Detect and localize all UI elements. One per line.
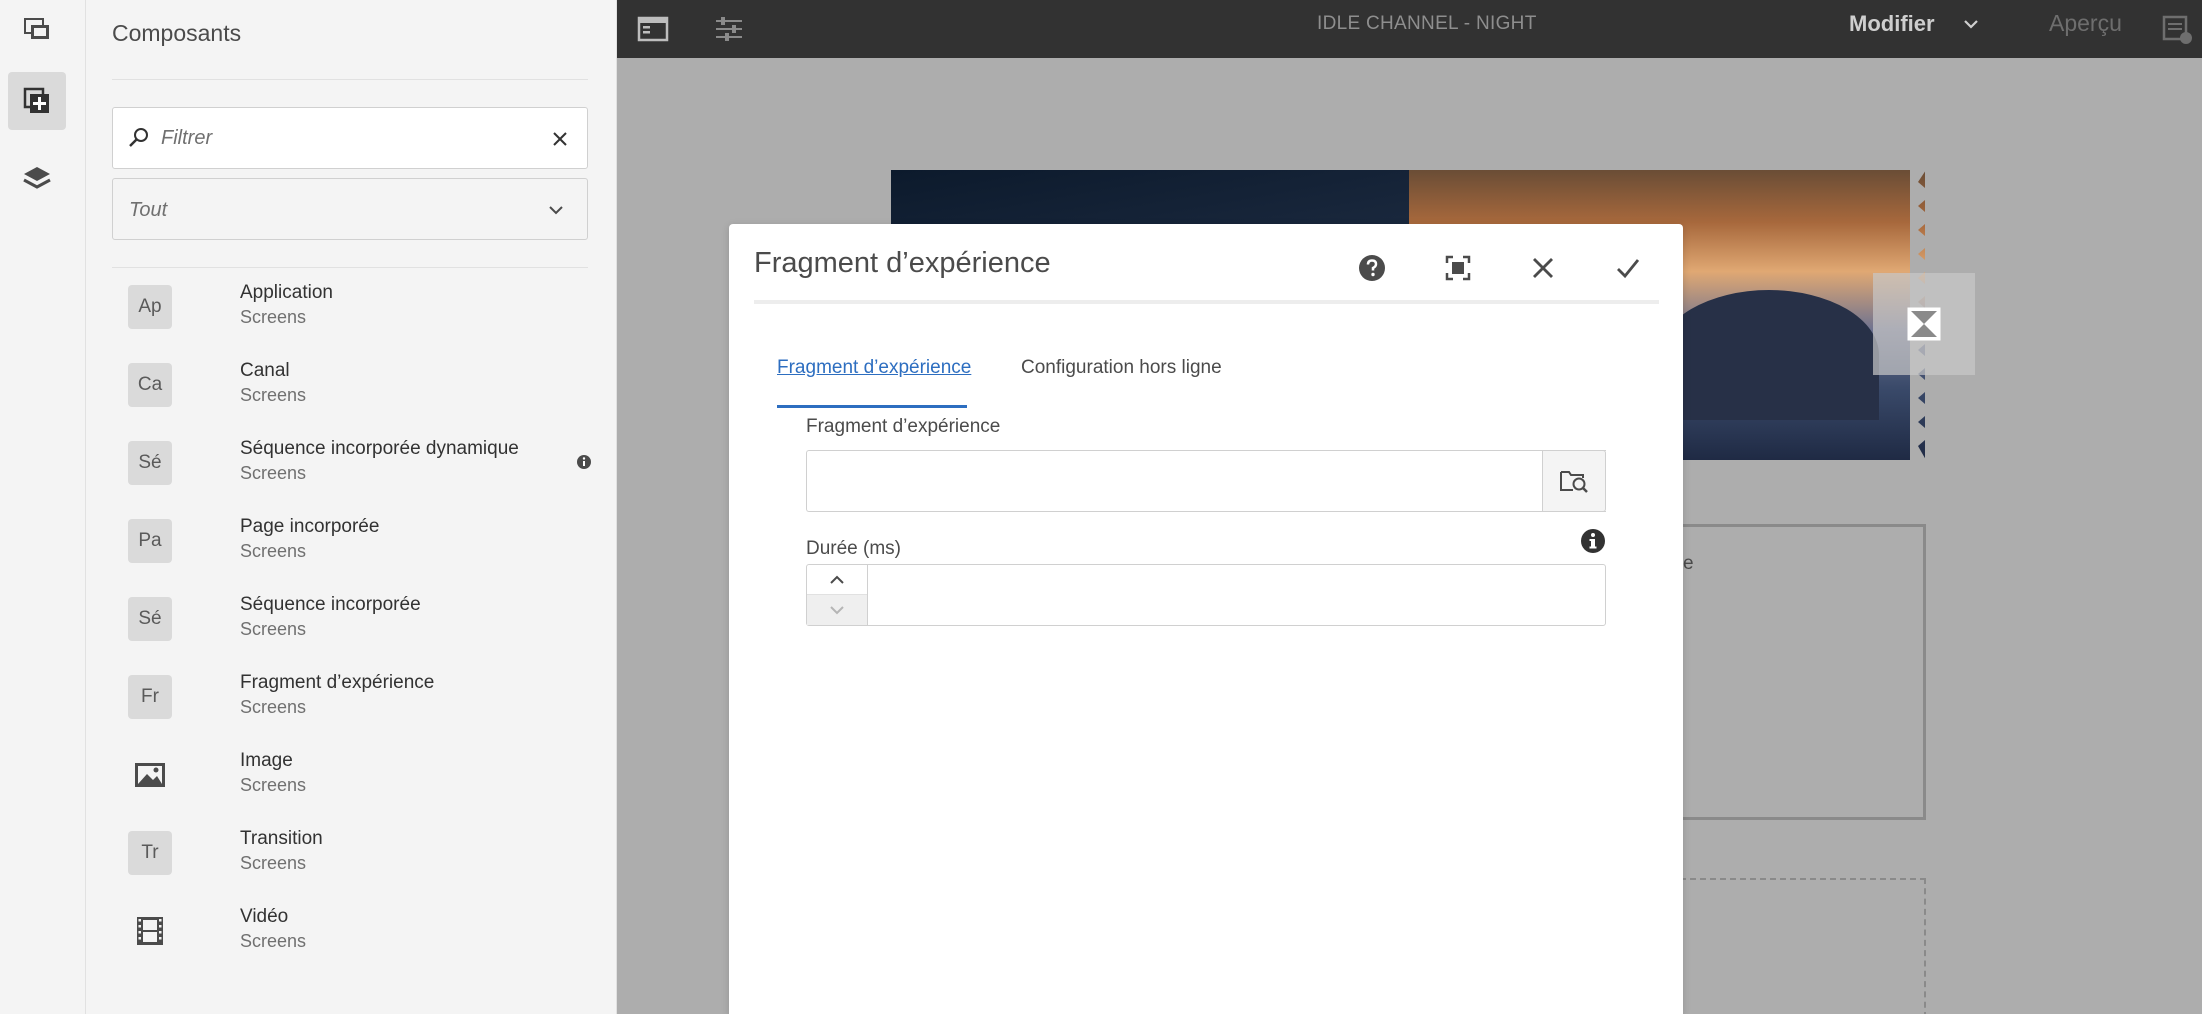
filter-field[interactable] [112, 107, 588, 169]
component-item-video[interactable]: Vidéo Screens [112, 896, 588, 974]
component-placeholder[interactable]: e [1670, 524, 1926, 820]
properties-icon[interactable] [712, 12, 746, 46]
panel-divider [112, 79, 588, 80]
component-name: Transition [240, 828, 323, 849]
component-group: Screens [240, 931, 307, 951]
dialog-title: Fragment d’expérience [754, 247, 1051, 279]
filter-input[interactable] [161, 118, 541, 158]
layers-icon-svg [23, 167, 51, 189]
side-panel-toggle-icon[interactable] [636, 12, 670, 46]
component-list: Ap Application Screens Ca Canal Screens … [112, 272, 591, 974]
folder-search-icon [1560, 471, 1588, 493]
film-icon [128, 909, 172, 953]
component-badge: Sé [128, 597, 172, 641]
preview-button[interactable]: Aperçu [2049, 10, 2122, 37]
component-badge: Fr [128, 675, 172, 719]
component-item-experience-fragment[interactable]: Fr Fragment d’expérience Screens [112, 662, 588, 740]
component-name: Page incorporée [240, 516, 380, 537]
group-select-value: Tout [129, 199, 168, 221]
assets-icon[interactable] [8, 0, 66, 58]
checkmark-icon [1617, 259, 1640, 279]
tab-experience-fragment[interactable]: Fragment d’expérience [777, 357, 971, 379]
fullscreen-icon[interactable] [1442, 252, 1474, 284]
mode-selector[interactable]: Modifier [1849, 11, 1935, 37]
decrement-button[interactable] [807, 595, 867, 625]
chevron-down-icon [830, 606, 844, 615]
dialog-divider [754, 300, 1659, 304]
page-title: IDLE CHANNEL - NIGHT [1317, 13, 1537, 34]
info-icon[interactable] [576, 454, 592, 470]
top-bar: IDLE CHANNEL - NIGHT Modifier Aperçu [617, 0, 2202, 58]
component-badge: Sé [128, 441, 172, 485]
chevron-down-icon [549, 206, 563, 215]
duration-field-label: Durée (ms) [806, 538, 902, 559]
broken-image-icon [1907, 307, 1941, 341]
component-item-application[interactable]: Ap Application Screens [112, 272, 588, 350]
fragment-field-label: Fragment d’expérience [806, 416, 1001, 437]
broken-image-placeholder[interactable] [1873, 273, 1975, 375]
info-icon[interactable] [1580, 528, 1606, 554]
confirm-icon[interactable] [1612, 252, 1644, 284]
increment-button[interactable] [807, 565, 867, 595]
assets-icon-svg [24, 18, 49, 39]
chevron-up-icon [830, 575, 844, 584]
experience-fragment-dialog: Fragment d’expérience Fragment d’expérie… [729, 224, 1683, 1014]
component-group: Screens [240, 619, 307, 639]
active-tab-indicator [777, 405, 967, 408]
fullscreen-icon-svg [1445, 255, 1471, 281]
close-icon-svg [1533, 258, 1553, 278]
layers-icon[interactable] [8, 150, 66, 208]
component-group: Screens [240, 541, 307, 561]
component-group: Screens [240, 463, 307, 483]
close-icon[interactable] [1527, 252, 1559, 284]
component-group: Screens [240, 853, 307, 873]
component-item-image[interactable]: Image Screens [112, 740, 588, 818]
component-group: Screens [240, 385, 307, 405]
component-item-canal[interactable]: Ca Canal Screens [112, 350, 588, 428]
group-select[interactable]: Tout [112, 178, 588, 240]
component-group: Screens [240, 307, 307, 327]
chevron-down-icon[interactable] [1962, 17, 1980, 31]
panel-title: Composants [112, 20, 242, 46]
image-icon-svg [135, 763, 165, 787]
search-icon [129, 128, 148, 147]
component-item-embedded-page[interactable]: Pa Page incorporée Screens [112, 506, 588, 584]
component-item-dynamic-embedded-sequence[interactable]: Sé Séquence incorporée dynamique Screens [112, 428, 591, 506]
duration-input[interactable] [867, 564, 1606, 626]
component-badge: Ca [128, 363, 172, 407]
drop-zone[interactable] [1670, 878, 1926, 1014]
component-badge: Tr [128, 831, 172, 875]
close-icon[interactable] [551, 130, 569, 148]
component-group: Screens [240, 775, 307, 795]
panel-divider [112, 267, 588, 268]
image-icon [128, 753, 172, 797]
placeholder-text: e [1683, 553, 1694, 574]
left-rail [0, 0, 86, 1014]
component-name: Vidéo [240, 906, 289, 927]
help-icon-svg [1359, 255, 1385, 281]
help-icon[interactable] [1356, 252, 1388, 284]
browse-button[interactable] [1542, 450, 1606, 512]
component-name: Canal [240, 360, 290, 381]
component-name: Fragment d’expérience [240, 672, 435, 693]
fragment-path-input[interactable] [806, 450, 1606, 512]
film-icon-svg [137, 917, 163, 945]
mountain-shape [1659, 290, 1879, 420]
annotations-icon[interactable] [2160, 12, 2194, 46]
component-name: Application [240, 282, 333, 303]
component-name: Image [240, 750, 293, 771]
tab-offline-configuration[interactable]: Configuration hors ligne [1021, 357, 1222, 379]
duration-stepper [806, 564, 868, 626]
components-icon-svg [23, 87, 49, 113]
component-item-embedded-sequence[interactable]: Sé Séquence incorporée Screens [112, 584, 588, 662]
component-name: Séquence incorporée [240, 594, 421, 615]
component-group: Screens [240, 697, 307, 717]
component-badge: Pa [128, 519, 172, 563]
components-panel: Composants Tout Ap Application Screens C… [86, 0, 617, 1014]
component-item-transition[interactable]: Tr Transition Screens [112, 818, 588, 896]
component-badge: Ap [128, 285, 172, 329]
components-icon[interactable] [8, 72, 66, 130]
component-name: Séquence incorporée dynamique [240, 438, 519, 459]
